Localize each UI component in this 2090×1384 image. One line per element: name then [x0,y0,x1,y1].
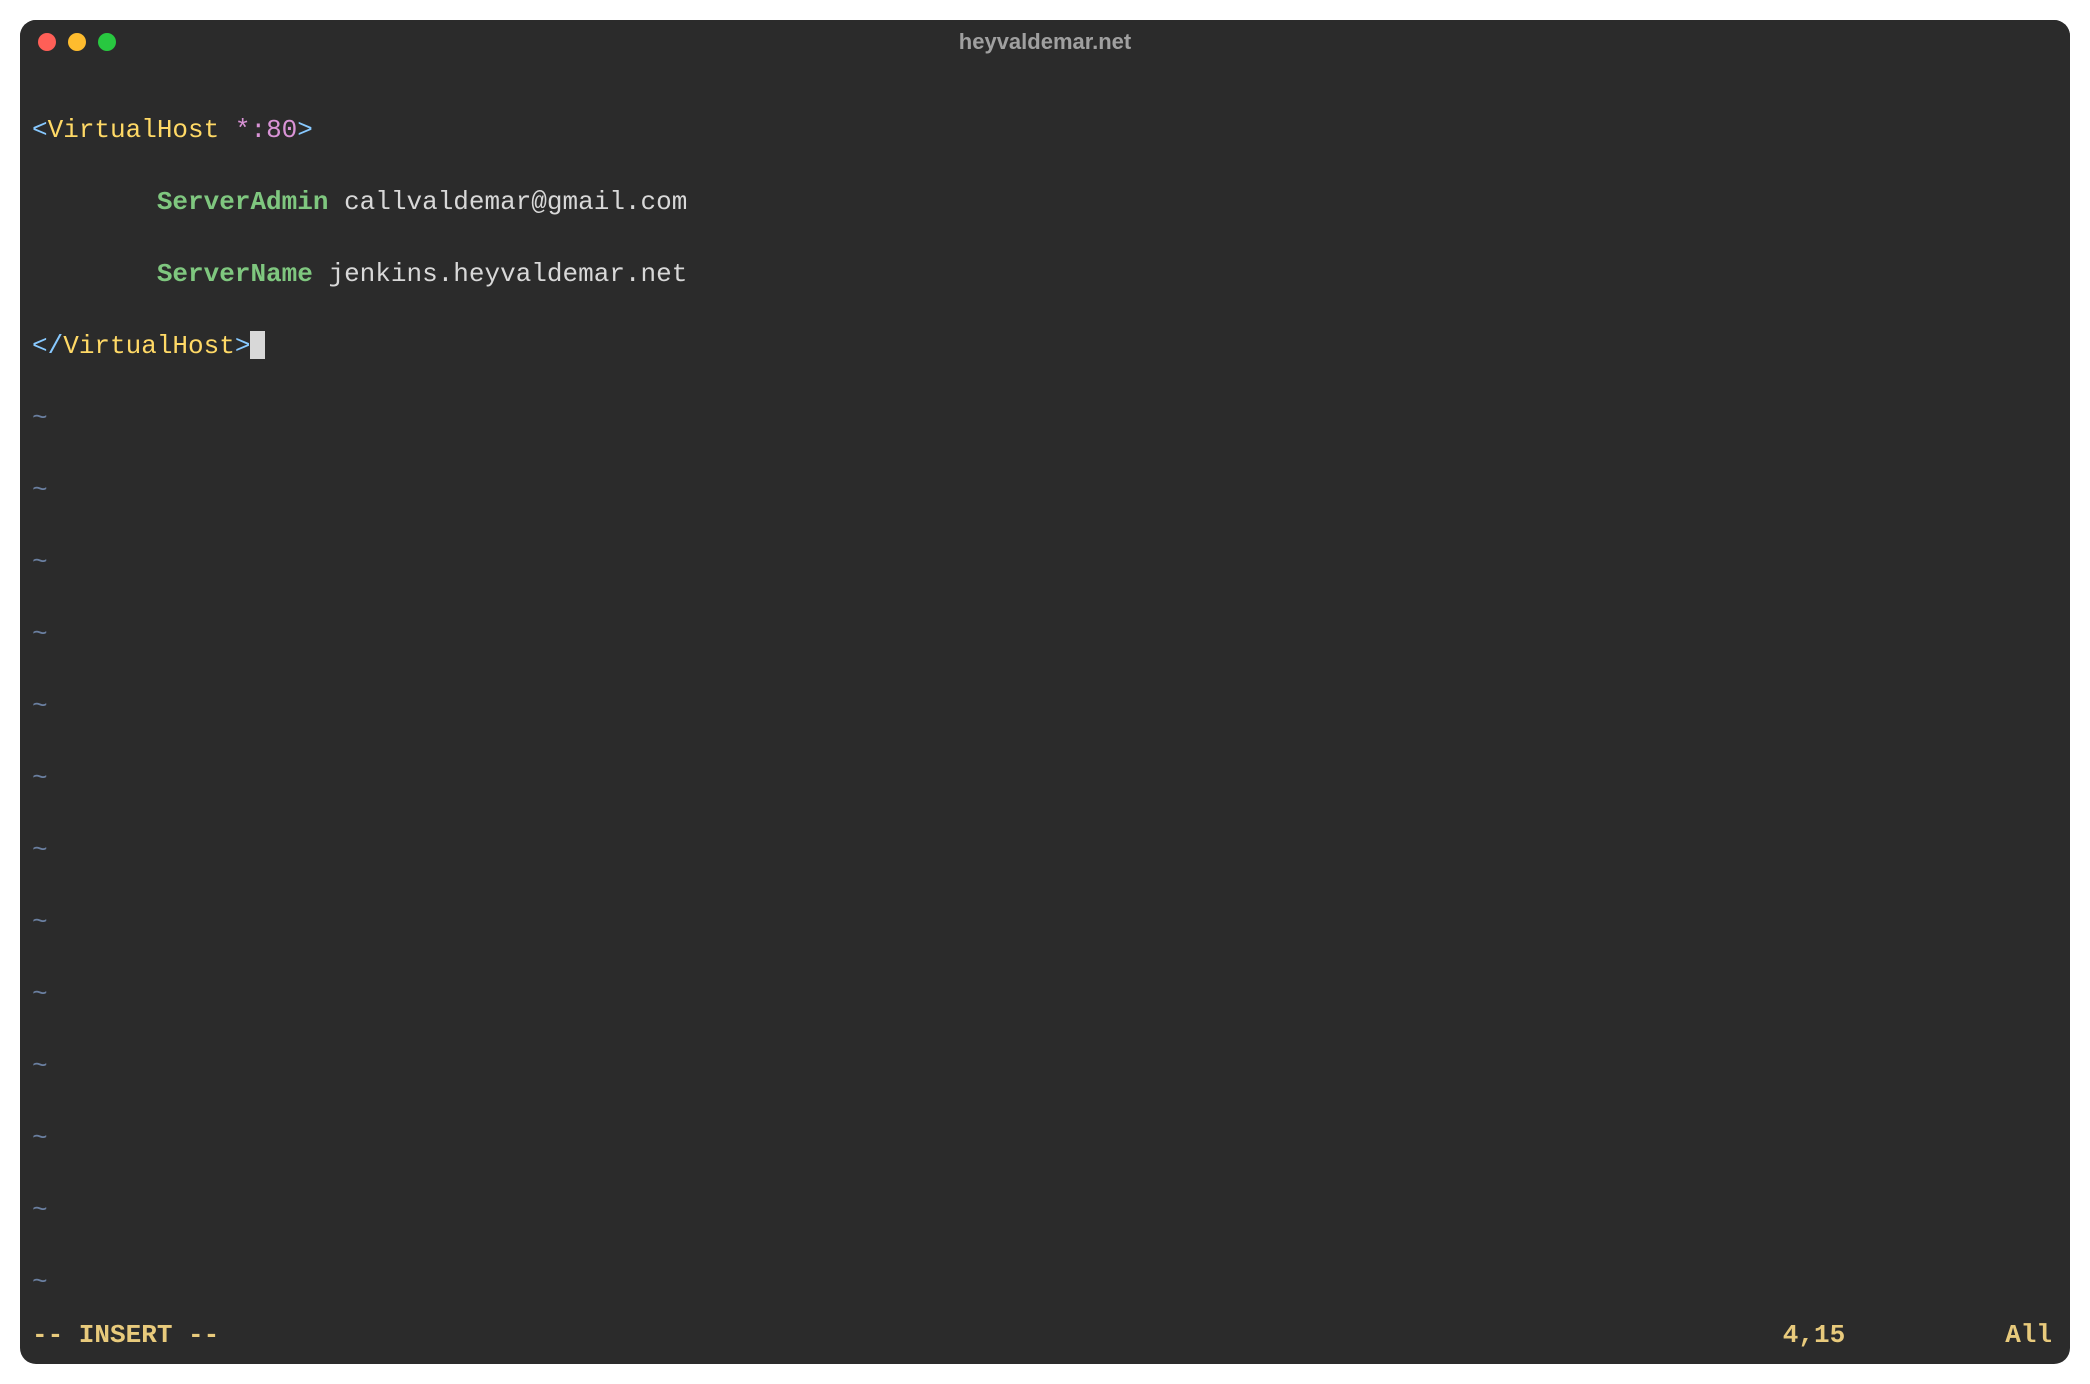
empty-line-tilde: ~ [32,760,2058,796]
empty-line-tilde: ~ [32,904,2058,940]
minimize-button[interactable] [68,33,86,51]
tag-name: VirtualHost [63,331,235,361]
code-line-2: ServerAdmin callvaldemar@gmail.com [32,184,2058,220]
tag-close-bracket: > [235,331,251,361]
window-title: heyvaldemar.net [959,29,1131,55]
empty-line-tilde: ~ [32,1264,2058,1300]
empty-line-tilde: ~ [32,688,2058,724]
code-line-3: ServerName jenkins.heyvaldemar.net [32,256,2058,292]
titlebar: heyvaldemar.net [20,20,2070,64]
status-right: 4,15 All [1783,1320,2052,1350]
virtualhost-arg: *:80 [235,115,297,145]
cursor-position: 4,15 [1783,1320,1845,1350]
empty-line-tilde: ~ [32,1192,2058,1228]
terminal-window: heyvaldemar.net <VirtualHost *:80> Serve… [20,20,2070,1364]
empty-lines-region: ~ ~ ~ ~ ~ ~ ~ ~ ~ ~ ~ ~ ~ ~ ~ ~ ~ ~ ~ ~ … [32,400,2058,1320]
empty-line-tilde: ~ [32,1120,2058,1156]
code-line-4: </VirtualHost> [32,328,2058,364]
directive-serveradmin: ServerAdmin [157,187,329,217]
empty-line-tilde: ~ [32,472,2058,508]
empty-line-tilde: ~ [32,1048,2058,1084]
servername-value: jenkins.heyvaldemar.net [328,259,687,289]
editor-area[interactable]: <VirtualHost *:80> ServerAdmin callvalde… [20,64,2070,1320]
tag-open-bracket: < [32,115,48,145]
empty-line-tilde: ~ [32,400,2058,436]
tag-open-bracket: </ [32,331,63,361]
cursor [250,331,265,359]
directive-servername: ServerName [157,259,313,289]
tag-name: VirtualHost [48,115,220,145]
tag-close-bracket: > [297,115,313,145]
traffic-lights [38,33,116,51]
empty-line-tilde: ~ [32,832,2058,868]
empty-line-tilde: ~ [32,616,2058,652]
empty-line-tilde: ~ [32,544,2058,580]
empty-line-tilde: ~ [32,976,2058,1012]
maximize-button[interactable] [98,33,116,51]
serveradmin-value: callvaldemar@gmail.com [344,187,687,217]
scroll-position: All [2005,1320,2052,1350]
close-button[interactable] [38,33,56,51]
vim-mode: -- INSERT -- [32,1320,219,1350]
status-bar: -- INSERT -- 4,15 All [20,1320,2070,1364]
code-line-1: <VirtualHost *:80> [32,112,2058,148]
